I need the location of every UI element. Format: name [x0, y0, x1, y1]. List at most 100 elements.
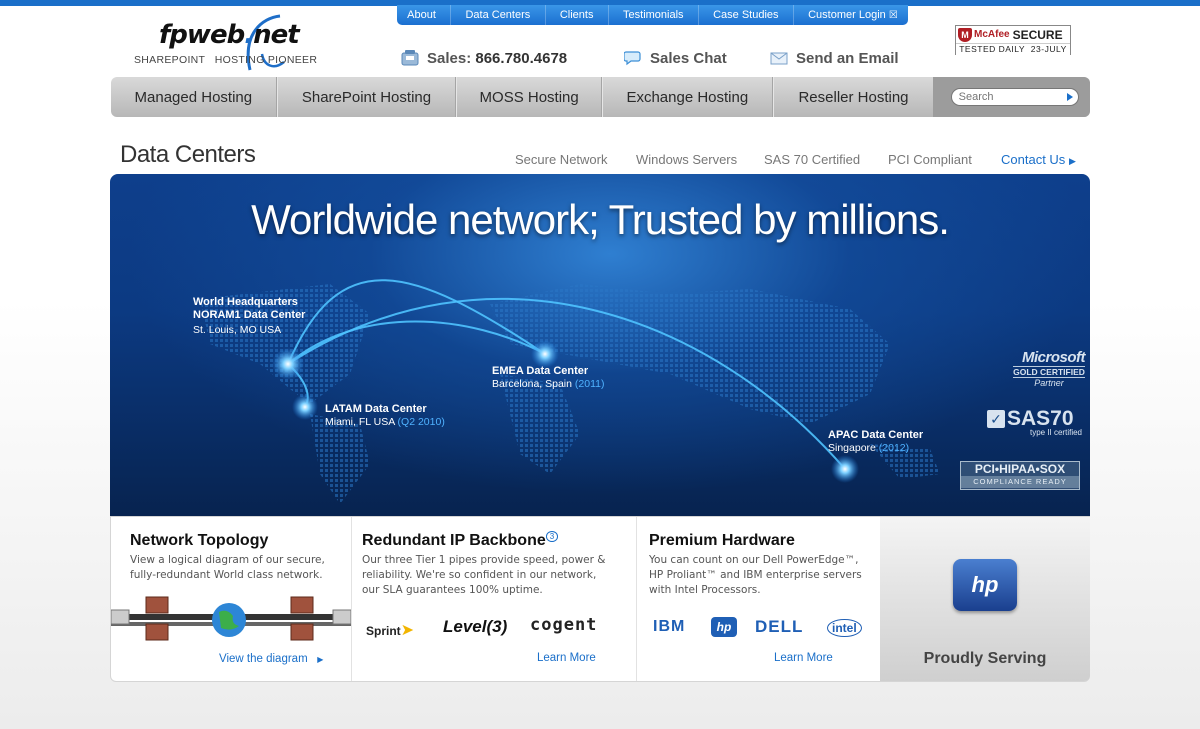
pci-sub: COMPLIANCE READY	[961, 476, 1079, 488]
apac-location-label: APAC Data Center Singapore (2012)	[828, 429, 923, 455]
nav-managed-hosting[interactable]: Managed Hosting	[111, 77, 277, 117]
topnav-testimonials-link[interactable]: Testimonials	[617, 9, 690, 21]
mcafee-top: M McAfee SECURE	[956, 26, 1070, 43]
hardware-desc: You can count on our Dell PowerEdge™, HP…	[649, 554, 862, 596]
hp-logo-large: hp	[953, 559, 1017, 611]
mcafee-date: 23-JULY	[1030, 44, 1067, 54]
proudly-serving-caption: Proudly Serving	[923, 650, 1047, 667]
send-email-label: Send an Email	[796, 49, 899, 67]
apac-city: Singapore	[828, 442, 876, 454]
chevron-right-icon: ▶	[317, 655, 324, 664]
subnav-contact-us[interactable]: Contact Us ▶	[1001, 152, 1076, 167]
mcafee-tested-label: TESTED DAILY	[959, 44, 1026, 54]
logo-tagline: SHAREPOINT HOSTING PIONEER	[134, 54, 318, 66]
view-diagram-label: View the diagram	[219, 653, 308, 665]
topnav-clients-link[interactable]: Clients	[554, 9, 600, 21]
search-go-arrow-icon[interactable]	[1066, 93, 1073, 101]
fpweb-logo[interactable]: fpweb.net SHAREPOINT HOSTING PIONEER	[132, 14, 342, 74]
hq-location-label: World Headquarters NORAM1 Data Center St…	[193, 296, 305, 337]
backbone-title-text: Redundant IP Backbone	[362, 532, 546, 549]
redundant-backbone-panel: Redundant IP Backbone 3 Our three Tier 1 …	[352, 517, 636, 681]
hardware-learn-more-link[interactable]: Learn More	[774, 652, 833, 664]
sas-type: type II certified	[1029, 428, 1082, 437]
hq-city: St. Louis, MO USA	[193, 324, 282, 336]
sales-phone[interactable]: Sales: 866.780.4678	[401, 47, 567, 69]
sales-chat-label: Sales Chat	[650, 49, 727, 67]
sprint-wing-icon: ➤	[400, 622, 415, 639]
divider	[544, 5, 546, 25]
subnav-pci-compliant[interactable]: PCI Compliant	[888, 152, 972, 167]
sprint-logo: Sprint➤	[366, 620, 414, 640]
nav-exchange-hosting[interactable]: Exchange Hosting	[602, 77, 773, 117]
mcafee-secure-badge[interactable]: M McAfee SECURE TESTED DAILY 23-JULY	[955, 25, 1071, 55]
network-diagram-image[interactable]	[111, 592, 351, 650]
subnav-windows-servers[interactable]: Windows Servers	[636, 152, 737, 167]
topnav-about-link[interactable]: About	[401, 9, 442, 21]
chevron-right-icon: ▶	[1068, 156, 1076, 166]
cogent-logo: cogent	[530, 615, 598, 635]
page-title: Data Centers	[120, 141, 256, 168]
chat-bubble-icon	[624, 51, 641, 66]
level3-logo: Level(3)	[443, 617, 508, 636]
latam-location-label: LATAM Data Center Miami, FL USA (Q2 2010…	[325, 403, 445, 429]
network-topology-panel: Network Topology View a logical diagram …	[111, 517, 351, 681]
intel-logo: intel	[827, 619, 862, 637]
feature-panels: Network Topology View a logical diagram …	[110, 516, 1090, 682]
subnav-sas70-certified[interactable]: SAS 70 Certified	[764, 152, 860, 167]
emea-city: Barcelona, Spain	[492, 378, 572, 390]
divider	[792, 5, 794, 25]
sales-chat-link[interactable]: Sales Chat	[624, 47, 727, 69]
ms-partner: Partner	[1034, 378, 1064, 388]
pci-hipaa-sox-badge: PCI•HIPAA•SOX COMPLIANCE READY	[960, 461, 1080, 490]
topnav-case-studies-link[interactable]: Case Studies	[707, 9, 784, 21]
network-topology-title: Network Topology	[130, 532, 269, 549]
main-navigation: Managed Hosting SharePoint Hosting MOSS …	[111, 77, 1090, 117]
topnav-data-centers-link[interactable]: Data Centers	[459, 9, 536, 21]
lock-icon: ☒	[888, 10, 898, 21]
backbone-title: Redundant IP Backbone 3	[362, 531, 559, 550]
backbone-learn-more-link[interactable]: Learn More	[537, 652, 596, 664]
search-box	[933, 77, 1090, 117]
mcafee-secure-label: SECURE	[1012, 27, 1063, 42]
search-input[interactable]	[950, 88, 1079, 106]
checkmark-icon: ✓	[987, 410, 1005, 428]
topnav-customer-login-link[interactable]: Customer Login ☒	[802, 9, 904, 21]
proudly-serving-panel: hp Proudly Serving	[880, 517, 1090, 681]
hq-title: World Headquarters	[193, 296, 298, 308]
view-diagram-link[interactable]: View the diagram ▶	[219, 653, 323, 665]
logo-name: fpweb	[159, 20, 245, 50]
ibm-logo: IBM	[653, 618, 686, 635]
emea-location-label: EMEA Data Center Barcelona, Spain (2011)	[492, 365, 604, 391]
backbone-sup: 3	[545, 531, 559, 542]
sas70-badge: ✓ SAS70 type II certified	[987, 407, 1082, 437]
apac-name: APAC Data Center	[828, 429, 924, 441]
apac-year: (2012)	[878, 442, 910, 454]
backbone-desc: Our three Tier 1 pipes provide speed, po…	[362, 554, 606, 596]
subnav-secure-network[interactable]: Secure Network	[515, 152, 607, 167]
hardware-title: Premium Hardware	[649, 532, 795, 549]
send-email-link[interactable]: Send an Email	[770, 47, 899, 69]
hero-banner: Worldwide network; Trusted by millions. …	[110, 174, 1090, 517]
contact-us-label: Contact Us	[1001, 152, 1066, 167]
sales-label: Sales:	[427, 49, 472, 67]
envelope-icon	[770, 52, 788, 65]
nav-reseller-hosting[interactable]: Reseller Hosting	[772, 77, 934, 117]
top-navigation: About Data Centers Clients Testimonials …	[397, 5, 908, 25]
pci-title: PCI•HIPAA•SOX	[974, 462, 1066, 476]
nav-moss-hosting[interactable]: MOSS Hosting	[456, 77, 602, 117]
ms-gold: GOLD CERTIFIED	[1013, 366, 1085, 378]
mcafee-brand: McAfee	[974, 29, 1010, 40]
logo-suffix: net	[253, 20, 300, 50]
customer-login-label: Customer Login	[808, 9, 886, 21]
emea-year: (2011)	[574, 378, 605, 390]
emea-name: EMEA Data Center	[492, 365, 589, 377]
network-topology-desc: View a logical diagram of our secure, fu…	[130, 554, 325, 581]
mcafee-shield-icon: M	[958, 27, 972, 42]
nav-sharepoint-hosting[interactable]: SharePoint Hosting	[276, 77, 457, 117]
premium-hardware-panel: Premium Hardware You can count on our De…	[637, 517, 880, 681]
latam-city: Miami, FL USA	[325, 416, 395, 428]
divider	[607, 5, 609, 25]
ms-name: Microsoft	[1022, 349, 1086, 366]
microsoft-gold-partner-badge: Microsoft GOLD CERTIFIED Partner	[1005, 349, 1086, 388]
latam-year: (Q2 2010)	[397, 416, 445, 428]
